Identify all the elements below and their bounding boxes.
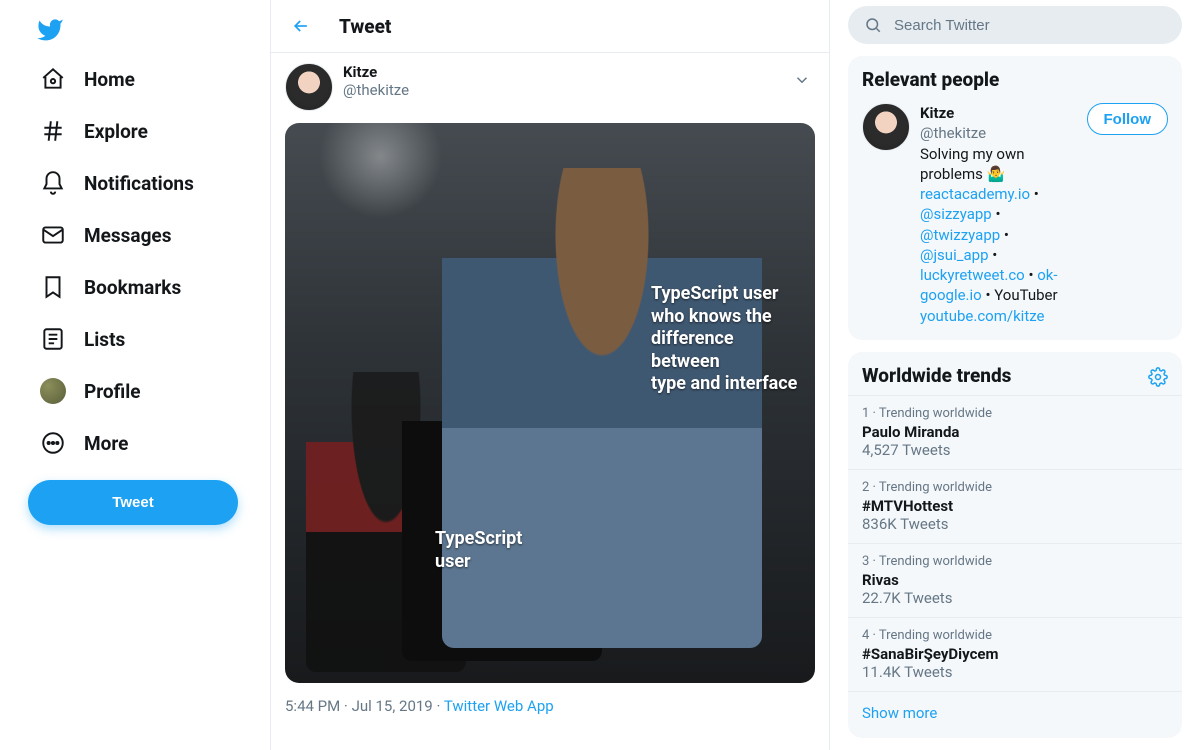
bookmark-icon — [40, 274, 66, 300]
relevant-heading: Relevant people — [848, 68, 1182, 99]
nav-profile[interactable]: Profile — [28, 368, 153, 414]
trend-name: Rivas — [862, 571, 1168, 589]
relevant-people-panel: Relevant people Kitze @thekitze Solving … — [848, 56, 1182, 340]
more-icon — [40, 430, 66, 456]
trend-name: Paulo Miranda — [862, 423, 1168, 441]
trend-item[interactable]: 3 · Trending worldwide Rivas 22.7K Tweet… — [848, 543, 1182, 617]
tweet-timestamp[interactable]: 5:44 PM · Jul 15, 2019 — [285, 697, 433, 715]
search-box[interactable] — [848, 6, 1182, 44]
relevant-display-name[interactable]: Kitze — [920, 103, 1077, 123]
trend-item[interactable]: 1 · Trending worldwide Paulo Miranda 4,5… — [848, 395, 1182, 469]
meme-caption-left: TypeScript user — [435, 528, 555, 573]
trends-settings-button[interactable] — [1148, 367, 1168, 387]
trend-item[interactable]: 2 · Trending worldwide #MTVHottest 836K … — [848, 469, 1182, 543]
trends-panel: Worldwide trends 1 · Trending worldwide … — [848, 352, 1182, 738]
trends-show-more[interactable]: Show more — [848, 691, 1182, 734]
nav-label: Home — [84, 68, 135, 91]
twitter-logo[interactable] — [28, 8, 260, 56]
nav-label: Profile — [84, 380, 141, 403]
search-input[interactable] — [894, 17, 1166, 34]
compose-tweet-button[interactable]: Tweet — [28, 480, 238, 525]
trend-count: 836K Tweets — [862, 515, 1168, 533]
nav-home[interactable]: Home — [28, 56, 147, 102]
nav-label: Messages — [84, 224, 171, 247]
back-button[interactable] — [285, 10, 317, 42]
nav-notifications[interactable]: Notifications — [28, 160, 206, 206]
bio-link[interactable]: luckyretweet.co — [920, 266, 1025, 284]
page-title: Tweet — [339, 15, 391, 38]
trend-name: #MTVHottest — [862, 497, 1168, 515]
nav-lists[interactable]: Lists — [28, 316, 137, 362]
main-column: Tweet Kitze @thekitze TypeScript user wh… — [270, 0, 830, 750]
hash-icon — [40, 118, 66, 144]
avatar-icon — [40, 378, 66, 404]
tweet-source[interactable]: Twitter Web App — [444, 697, 554, 715]
list-icon — [40, 326, 66, 352]
trend-count: 11.4K Tweets — [862, 663, 1168, 681]
author-display-name[interactable]: Kitze — [343, 63, 409, 81]
relevant-bio: Solving my own problems 🤷‍♂️ reactacadem… — [920, 144, 1077, 326]
home-icon — [40, 66, 66, 92]
chevron-down-icon — [793, 71, 811, 89]
nav-label: Bookmarks — [84, 276, 181, 299]
author-avatar[interactable] — [285, 63, 333, 111]
mail-icon — [40, 222, 66, 248]
meme-figure-standing — [442, 168, 762, 648]
gear-icon — [1148, 367, 1168, 387]
nav-explore[interactable]: Explore — [28, 108, 160, 154]
nav-label: Explore — [84, 120, 148, 143]
tweet: Kitze @thekitze TypeScript user who know… — [271, 53, 829, 729]
bio-link[interactable]: @twizzyapp — [920, 226, 1000, 244]
bio-link[interactable]: reactacademy.io — [920, 185, 1030, 203]
relevant-avatar[interactable] — [862, 103, 910, 151]
tweet-more-button[interactable] — [789, 67, 815, 93]
meme-caption-right: TypeScript user who knows the difference… — [651, 283, 801, 396]
nav-label: More — [84, 432, 128, 455]
tweet-meta: 5:44 PM · Jul 15, 2019 · Twitter Web App — [285, 697, 815, 715]
trend-name: #SanaBirŞeyDiycem — [862, 645, 1168, 663]
bell-icon — [40, 170, 66, 196]
trends-heading: Worldwide trends — [862, 364, 1011, 391]
relevant-handle[interactable]: @thekitze — [920, 123, 1077, 143]
arrow-left-icon — [291, 16, 311, 36]
author-handle[interactable]: @thekitze — [343, 81, 409, 99]
nav-label: Notifications — [84, 172, 194, 195]
primary-nav: Home Explore Notifications Messages — [28, 56, 260, 466]
nav-messages[interactable]: Messages — [28, 212, 183, 258]
search-icon — [864, 16, 882, 34]
bio-link[interactable]: youtube.com/kitze — [920, 307, 1045, 325]
sidebar: Home Explore Notifications Messages — [0, 0, 270, 750]
nav-label: Lists — [84, 328, 125, 351]
nav-bookmarks[interactable]: Bookmarks — [28, 264, 193, 310]
trend-count: 22.7K Tweets — [862, 589, 1168, 607]
nav-more[interactable]: More — [28, 420, 140, 466]
bio-link[interactable]: @sizzyapp — [920, 205, 992, 223]
relevant-person: Kitze @thekitze Solving my own problems … — [848, 99, 1182, 336]
twitter-bird-icon — [36, 16, 64, 44]
right-column: Relevant people Kitze @thekitze Solving … — [830, 0, 1200, 750]
page-header: Tweet — [271, 0, 829, 53]
follow-button[interactable]: Follow — [1087, 103, 1169, 135]
trend-count: 4,527 Tweets — [862, 441, 1168, 459]
trend-item[interactable]: 4 · Trending worldwide #SanaBirŞeyDiycem… — [848, 617, 1182, 691]
bio-link[interactable]: @jsui_app — [920, 246, 989, 264]
tweet-image[interactable]: TypeScript user who knows the difference… — [285, 123, 815, 683]
